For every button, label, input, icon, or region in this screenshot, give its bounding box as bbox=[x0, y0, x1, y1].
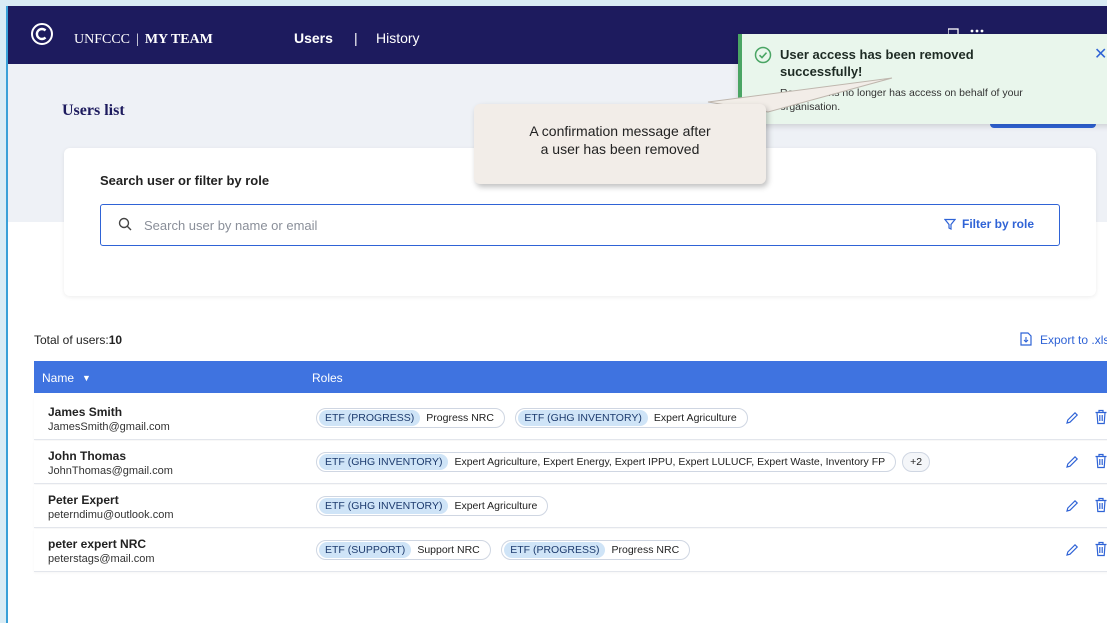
brand-org: UNFCCC bbox=[74, 32, 131, 47]
delete-trash-icon[interactable] bbox=[1094, 497, 1107, 513]
role-chips: ETF (GHG INVENTORY) Expert Agriculture bbox=[316, 496, 554, 516]
role-names: Expert Agriculture bbox=[653, 412, 737, 424]
annotation-callout: A confirmation message after a user has … bbox=[474, 104, 766, 184]
role-names: Progress NRC bbox=[426, 412, 494, 424]
role-group: ETF (SUPPORT) bbox=[319, 542, 412, 558]
callout-line-2: a user has been removed bbox=[540, 141, 700, 157]
total-users-value: 10 bbox=[108, 333, 123, 347]
edit-pencil-icon[interactable] bbox=[1064, 410, 1080, 426]
unfccc-logo-icon bbox=[30, 22, 54, 46]
role-group: ETF (GHG INVENTORY) bbox=[518, 410, 648, 426]
page-title: Users list bbox=[62, 102, 125, 119]
user-name: John Thomas bbox=[48, 449, 127, 463]
filter-by-role-button[interactable]: Filter by role bbox=[943, 217, 1035, 233]
column-header-name-label: Name bbox=[42, 371, 75, 385]
role-chip: ETF (GHG INVENTORY) Expert Agriculture bbox=[515, 408, 748, 428]
user-email: peterndimu@outlook.com bbox=[48, 509, 174, 521]
user-email: JamesSmith@gmail.com bbox=[48, 421, 170, 433]
total-users: Total of users:10 bbox=[34, 333, 122, 347]
user-name: peter expert NRC bbox=[48, 537, 147, 551]
role-chips: ETF (SUPPORT) Support NRC ETF (PROGRESS) P… bbox=[316, 540, 696, 560]
filter-by-role-label: Filter by role bbox=[962, 217, 1035, 231]
role-chip: ETF (SUPPORT) Support NRC bbox=[316, 540, 491, 560]
users-table-header: Name ▼ Roles bbox=[34, 361, 1107, 393]
edit-pencil-icon[interactable] bbox=[1064, 542, 1080, 558]
table-row[interactable]: Peter Expert peterndimu@outlook.com ETF … bbox=[34, 485, 1107, 528]
close-icon[interactable]: ✕ bbox=[1094, 44, 1107, 64]
callout-line-1: A confirmation message after bbox=[529, 123, 711, 139]
table-row[interactable]: James Smith JamesSmith@gmail.com ETF (PR… bbox=[34, 397, 1107, 440]
sort-caret-down-icon[interactable]: ▼ bbox=[82, 373, 91, 383]
role-names: Progress NRC bbox=[611, 544, 680, 556]
delete-trash-icon[interactable] bbox=[1094, 453, 1107, 469]
role-chips: ETF (PROGRESS) Progress NRC ETF (GHG INVE… bbox=[316, 408, 754, 428]
total-users-label: Total of users: bbox=[34, 333, 109, 347]
role-group: ETF (PROGRESS) bbox=[319, 410, 421, 426]
role-chips: ETF (GHG INVENTORY) Expert Agriculture, E… bbox=[316, 452, 931, 472]
role-chip: ETF (PROGRESS) Progress NRC bbox=[316, 408, 505, 428]
search-input[interactable] bbox=[142, 215, 846, 235]
tab-history[interactable]: History bbox=[376, 30, 420, 46]
edit-pencil-icon[interactable] bbox=[1064, 454, 1080, 470]
user-email: peterstags@mail.com bbox=[48, 553, 155, 565]
table-row[interactable]: peter expert NRC peterstags@mail.com ETF… bbox=[34, 529, 1107, 572]
export-xls-button[interactable]: Export to .xls bbox=[1020, 332, 1107, 349]
role-names: Support NRC bbox=[417, 544, 480, 556]
toast-title: User access has been removed successfull… bbox=[780, 47, 974, 79]
role-group: ETF (PROGRESS) bbox=[504, 542, 606, 558]
role-chip: ETF (GHG INVENTORY) Expert Agriculture, E… bbox=[316, 452, 897, 472]
search-label: Search user or filter by role bbox=[100, 173, 270, 188]
tab-users[interactable]: Users bbox=[290, 30, 337, 67]
toast-message: Roger Harris no longer has access on beh… bbox=[780, 87, 1023, 113]
role-names: Expert Agriculture, Expert Energy, Exper… bbox=[454, 456, 886, 468]
filter-icon bbox=[943, 218, 957, 233]
app-window: UNFCCC | MY TEAM Users | History Users lis… bbox=[6, 6, 1107, 623]
check-circle-icon bbox=[754, 46, 772, 64]
brand-separator: | bbox=[136, 32, 139, 47]
callout-text: A confirmation message after a user has … bbox=[474, 122, 766, 158]
edit-pencil-icon[interactable] bbox=[1064, 498, 1080, 514]
success-toast: User access has been removed successfull… bbox=[738, 34, 1107, 124]
column-header-name[interactable]: Name ▼ bbox=[42, 371, 91, 385]
role-chip: ETF (GHG INVENTORY) Expert Agriculture bbox=[316, 496, 549, 516]
column-header-roles: Roles bbox=[312, 371, 343, 385]
export-file-icon bbox=[1020, 332, 1032, 349]
user-name: James Smith bbox=[48, 405, 123, 419]
role-chip: ETF (PROGRESS) Progress NRC bbox=[501, 540, 691, 560]
search-icon bbox=[118, 217, 132, 231]
brand-app-name: MY TEAM bbox=[144, 32, 213, 47]
role-names: Expert Agriculture bbox=[454, 500, 538, 512]
role-group: ETF (GHG INVENTORY) bbox=[319, 454, 449, 470]
table-row[interactable]: John Thomas JohnThomas@gmail.com ETF (GH… bbox=[34, 441, 1107, 484]
delete-trash-icon[interactable] bbox=[1094, 409, 1107, 425]
delete-trash-icon[interactable] bbox=[1094, 541, 1107, 557]
brand-title: UNFCCC | MY TEAM bbox=[74, 32, 213, 48]
user-name: Peter Expert bbox=[48, 493, 119, 507]
tab-divider: | bbox=[354, 30, 358, 46]
more-roles-badge[interactable]: +2 bbox=[902, 452, 931, 472]
role-group: ETF (GHG INVENTORY) bbox=[319, 498, 449, 514]
user-email: JohnThomas@gmail.com bbox=[48, 465, 173, 477]
export-xls-label: Export to .xls bbox=[1040, 333, 1107, 347]
